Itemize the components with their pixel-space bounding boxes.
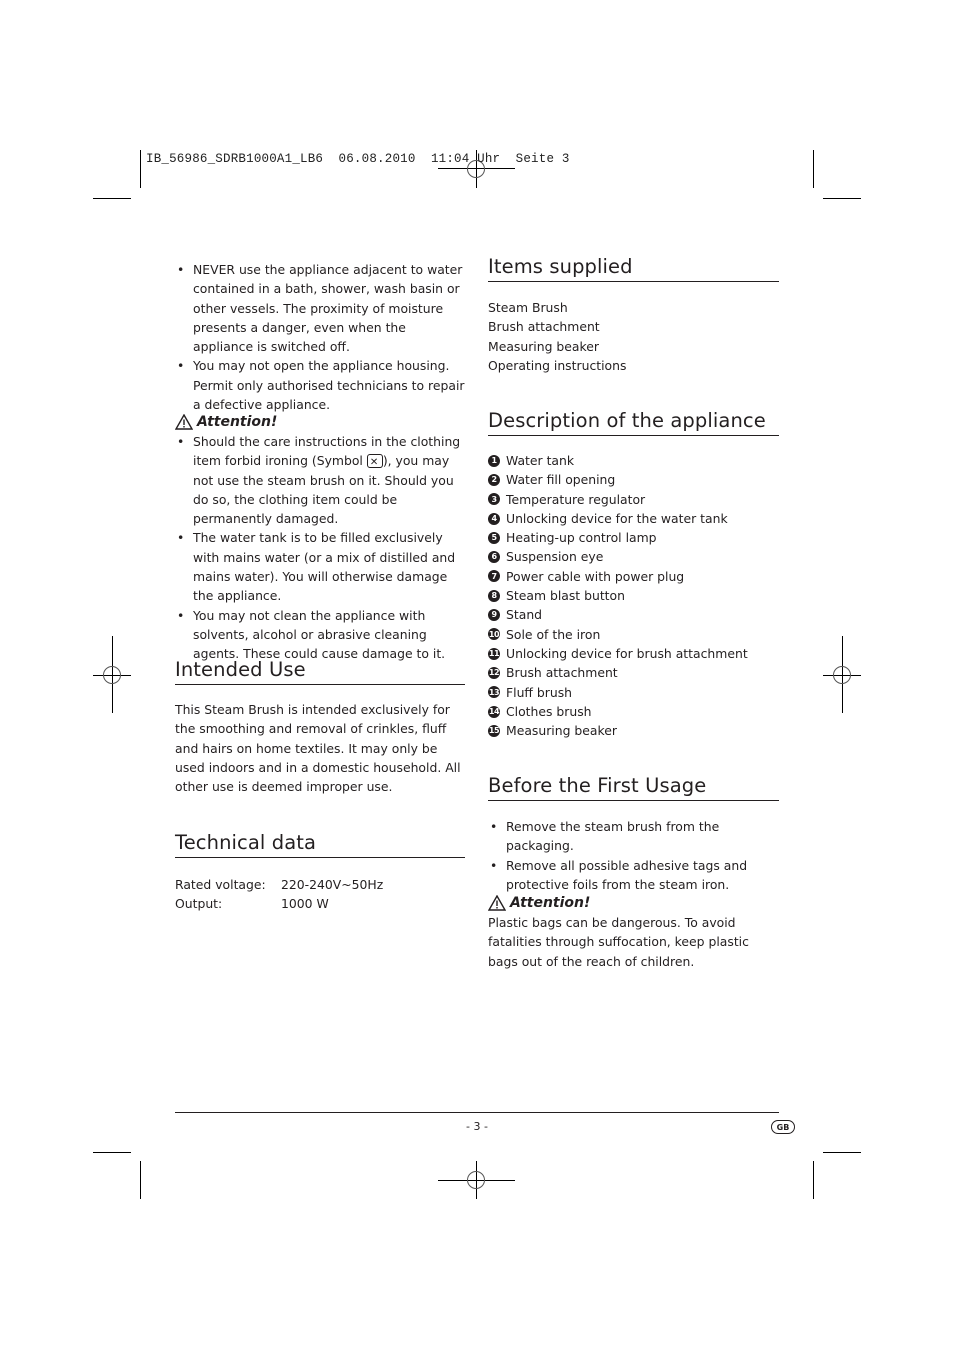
parts-list-item: 4 Unlocking device for the water tank: [488, 509, 779, 528]
part-label: Fluff brush: [506, 684, 573, 700]
section-heading: Items supplied: [488, 255, 779, 282]
number-badge-icon: 6: [488, 551, 500, 564]
crop-mark-bottom-right-v: [813, 1161, 815, 1199]
tech-row: Rated voltage: 220-240V~50Hz: [175, 875, 465, 894]
number-badge-icon: 14: [488, 705, 500, 718]
number-badge-icon: 7: [488, 570, 500, 583]
section-heading: Technical data: [175, 831, 465, 858]
description-section: Description of the appliance 1 Water tank…: [488, 409, 779, 740]
parts-list-item: 8 Steam blast button: [488, 586, 779, 605]
section-body: This Steam Brush is intended exclusively…: [175, 702, 461, 795]
number-badge-icon: 13: [488, 686, 500, 699]
parts-list: 1 Water tank 2 Water fill opening 3 Temperatu…: [488, 451, 779, 740]
parts-list-item: 15 Measuring beaker: [488, 721, 779, 740]
number-badge-icon: 9: [488, 609, 500, 622]
warning-triangle-icon: [488, 895, 506, 911]
tech-value: 1000 W: [281, 896, 329, 912]
number-badge-icon: 4: [488, 512, 500, 525]
parts-list-item: 12 Brush attachment: [488, 663, 779, 682]
crop-mark-top-right-v: [813, 150, 815, 188]
no-ironing-symbol-icon: [366, 453, 383, 473]
list-item: The water tank is to be filled exclusive…: [175, 528, 465, 605]
parts-list-item: 6 Suspension eye: [488, 547, 779, 566]
list-item: Measuring beaker: [488, 338, 599, 354]
number-badge-icon: 2: [488, 473, 500, 486]
crop-mark-bottom-right-h: [823, 1152, 861, 1154]
part-label: Heating-up control lamp: [506, 530, 657, 546]
number-badge-icon: 15: [488, 724, 500, 737]
warning-triangle-icon: [175, 414, 193, 430]
part-label: Water fill opening: [506, 472, 616, 488]
attention-title: Attention!: [197, 414, 278, 430]
tech-label: Rated voltage:: [175, 877, 266, 892]
list-item: You may not open the appliance housing. …: [175, 356, 465, 414]
crop-mark-bottom-left-h: [93, 1152, 131, 1154]
part-label: Unlocking device for the water tank: [506, 510, 728, 526]
parts-list-item: 1 Water tank: [488, 451, 779, 470]
part-label: Measuring beaker: [506, 723, 617, 739]
list-item: You may not clean the appliance with sol…: [175, 606, 465, 664]
number-badge-icon: 12: [488, 666, 500, 679]
crop-mark-bottom-left-v: [140, 1161, 142, 1199]
list-item: Remove all possible adhesive tags and pr…: [488, 856, 779, 895]
parts-list-item: 14 Clothes brush: [488, 702, 779, 721]
intended-use-section: Intended Use This Steam Brush is intende…: [175, 658, 465, 796]
part-label: Power cable with power plug: [506, 568, 685, 584]
number-badge-icon: 3: [488, 493, 500, 506]
list-item: Remove the steam brush from the packagin…: [488, 817, 779, 856]
number-badge-icon: 10: [488, 628, 500, 641]
attention-heading: Attention!: [175, 412, 465, 432]
part-label: Clothes brush: [506, 703, 592, 719]
parts-list-item: 13 Fluff brush: [488, 683, 779, 702]
part-label: Temperature regulator: [506, 491, 646, 507]
number-badge-icon: 5: [488, 531, 500, 544]
list-item: NEVER use the appliance adjacent to wate…: [175, 260, 465, 356]
list-item: Brush attachment: [488, 319, 600, 335]
part-label: Sole of the iron: [506, 626, 601, 642]
part-label: Water tank: [506, 453, 575, 468]
attention-title: Attention!: [510, 895, 591, 911]
number-badge-icon: 1: [488, 454, 500, 467]
list-item: Should the care instructions in the clot…: [175, 432, 465, 528]
technical-data-section: Technical data Rated voltage: 220-240V~5…: [175, 831, 465, 914]
footer-divider: [175, 1112, 779, 1114]
attention-section-1: Attention! Should the care instructions …: [175, 412, 465, 664]
items-supplied-section: Items supplied Steam Brush Brush attachm…: [488, 255, 779, 375]
part-label: Unlocking device for brush attachment: [506, 645, 748, 661]
attention-section-2: Attention! Plastic bags can be dangerous…: [488, 893, 779, 971]
parts-list-item: 5 Heating-up control lamp: [488, 528, 779, 547]
parts-list-item: 10 Sole of the iron: [488, 625, 779, 644]
list-item: Operating instructions: [488, 357, 627, 373]
before-first-usage-section: Before the First Usage Remove the steam …: [488, 774, 779, 894]
parts-list-item: 9 Stand: [488, 605, 779, 624]
crop-mark-top-left-h: [93, 198, 131, 200]
tech-row: Output: 1000 W: [175, 894, 465, 913]
part-label: Suspension eye: [506, 549, 604, 565]
section-heading: Intended Use: [175, 658, 465, 685]
attention-heading: Attention!: [488, 893, 779, 913]
number-badge-icon: 11: [488, 647, 500, 660]
tech-value: 220-240V~50Hz: [281, 877, 384, 892]
section-heading: Before the First Usage: [488, 774, 779, 801]
parts-list-item: 2 Water fill opening: [488, 470, 779, 489]
print-slug: IB_56986_SDRB1000A1_LB6 06.08.2010 11:04…: [146, 152, 570, 166]
attention-body: Plastic bags can be dangerous. To avoid …: [488, 915, 749, 969]
number-badge-icon: 8: [488, 589, 500, 602]
part-label: Stand: [506, 607, 543, 623]
safety-bullets-section: NEVER use the appliance adjacent to wate…: [175, 260, 465, 414]
part-label: Steam blast button: [506, 588, 625, 604]
tech-label: Output:: [175, 896, 223, 912]
part-label: Brush attachment: [506, 665, 618, 681]
crop-mark-top-right-h: [823, 198, 861, 200]
crop-mark-top-left-v: [140, 150, 142, 188]
parts-list-item: 3 Temperature regulator: [488, 490, 779, 509]
parts-list-item: 7 Power cable with power plug: [488, 567, 779, 586]
list-item: Steam Brush: [488, 300, 568, 315]
parts-list-item: 11 Unlocking device for brush attachment: [488, 644, 779, 663]
section-heading: Description of the appliance: [488, 409, 779, 436]
page-number: - 3 -: [466, 1120, 488, 1133]
language-badge: GB: [771, 1120, 795, 1134]
